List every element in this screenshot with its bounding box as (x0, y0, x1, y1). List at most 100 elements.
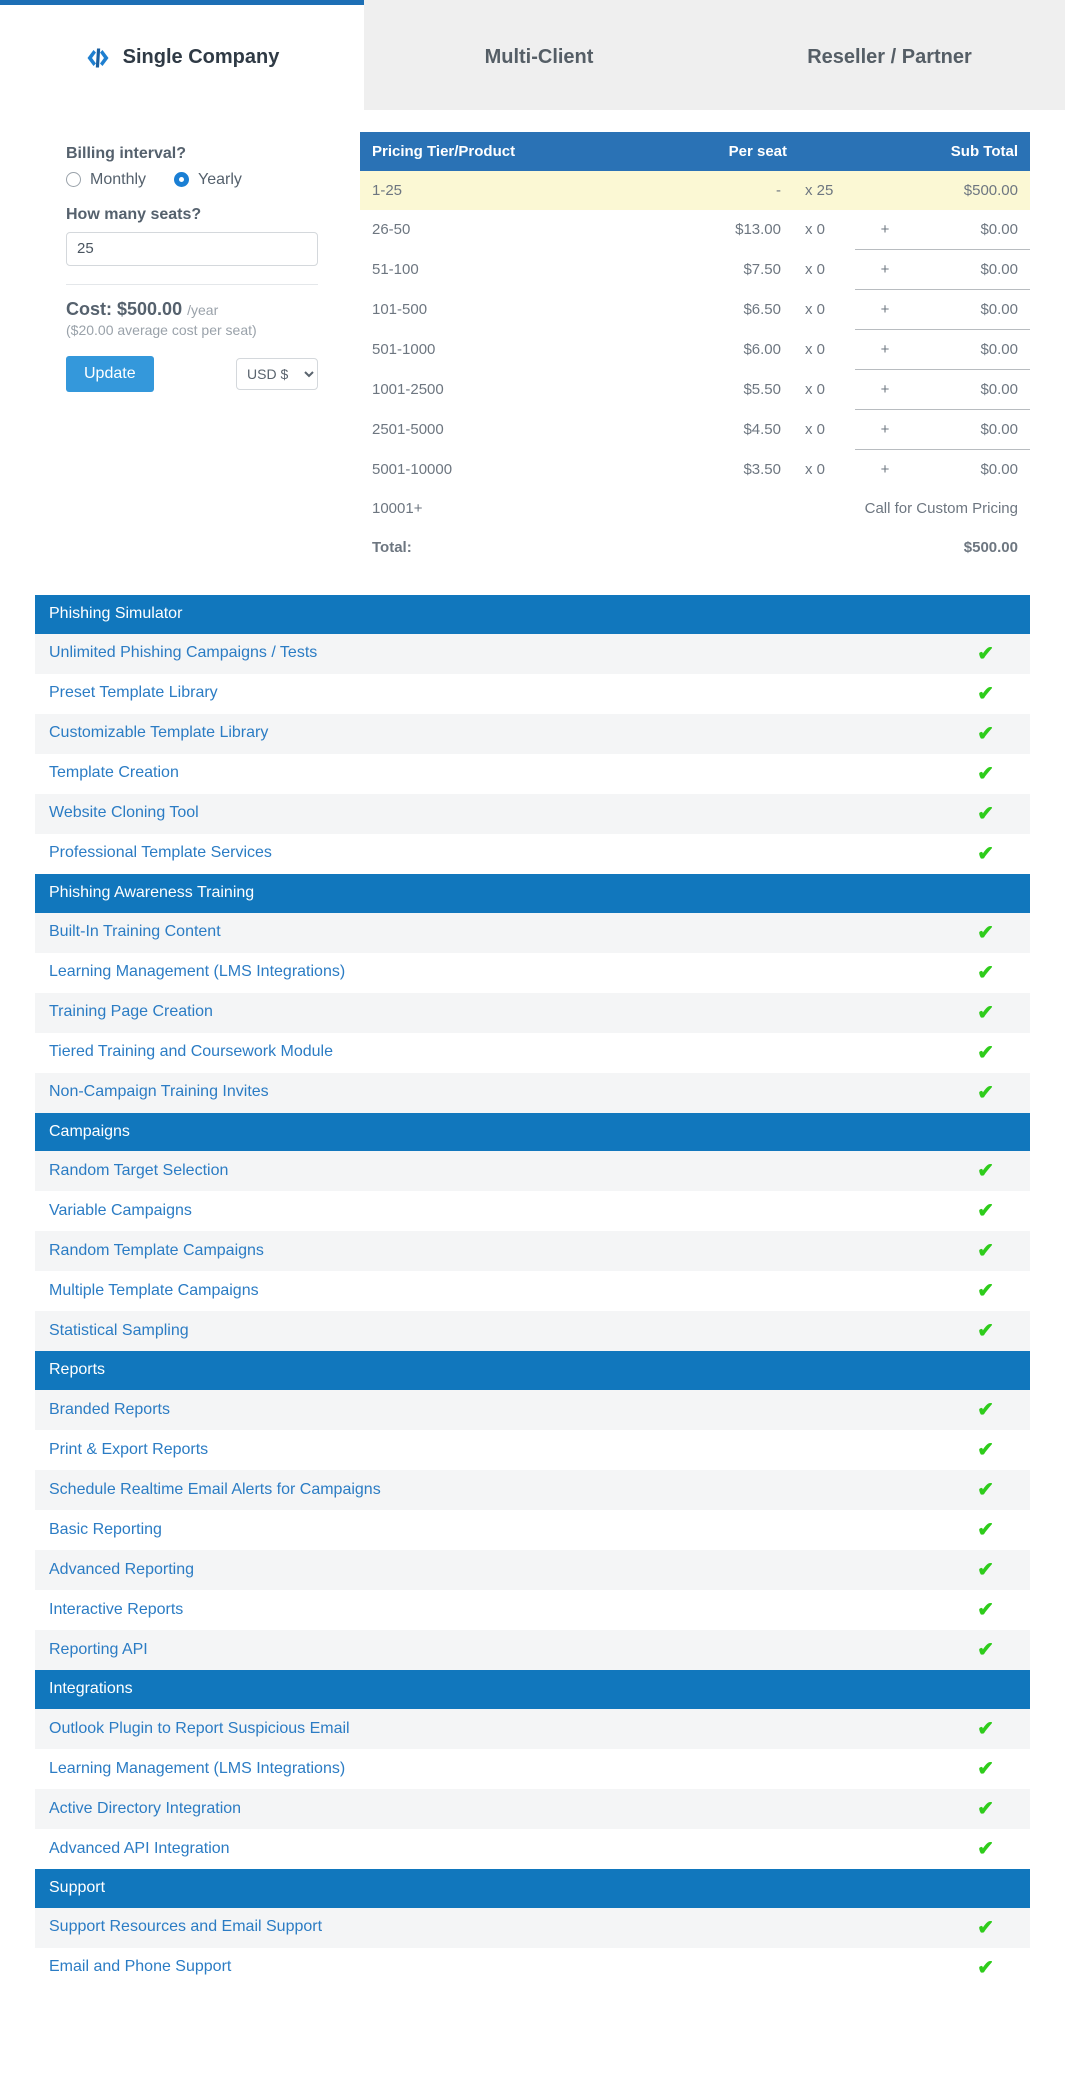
feature-link[interactable]: Training Page Creation (49, 1002, 213, 1023)
feature-link[interactable]: Email and Phone Support (49, 1957, 231, 1978)
table-row: 1-25- x 25 $500.00 (360, 171, 1030, 210)
cell-tier: 26-50 (372, 221, 411, 239)
code-icon (85, 45, 111, 71)
feature-section-header: Phishing Awareness Training (35, 873, 1030, 913)
check-icon: ✔ (977, 1001, 994, 1024)
feature-link[interactable]: Active Directory Integration (49, 1799, 241, 1820)
cell-sub-total: $500.00 (915, 171, 1030, 210)
billing-interval-group: Monthly Yearly (66, 171, 344, 189)
th-per-seat: Per seat (715, 132, 793, 171)
pricing-table-head: Pricing Tier/Product Per seat Sub Total (360, 132, 1030, 171)
cell-plus: + (855, 249, 915, 290)
feature-link[interactable]: Outlook Plugin to Report Suspicious Emai… (49, 1719, 350, 1740)
table-row: 51-100 $7.50 x 0 + $0.00 (360, 249, 1030, 290)
radio-monthly-icon[interactable] (66, 172, 81, 188)
feature-link[interactable]: Multiple Template Campaigns (49, 1281, 259, 1302)
tab-label: Multi-Client (484, 46, 594, 68)
cost-summary: Cost: $500.00 /year (66, 299, 344, 320)
feature-link[interactable]: Basic Reporting (49, 1520, 162, 1541)
check-icon: ✔ (977, 1599, 994, 1622)
feature-link[interactable]: Schedule Realtime Email Alerts for Campa… (49, 1480, 381, 1501)
feature-row: Outlook Plugin to Report Suspicious Emai… (35, 1708, 1030, 1749)
feature-link[interactable]: Template Creation (49, 763, 179, 784)
check-icon: ✔ (977, 921, 994, 944)
pricing-table-body: 1-25- x 25 $500.00 26-50 $13.00 x 0 + $0.00 51-1… (360, 171, 1030, 567)
th-sub-total: Sub Total (915, 132, 1030, 171)
feature-link[interactable]: Branded Reports (49, 1400, 170, 1421)
pricing-page: Single Company Multi-Client Reseller / P… (0, 0, 1065, 2012)
feature-link[interactable]: Learning Management (LMS Integrations) (49, 962, 345, 983)
feature-link[interactable]: Customizable Template Library (49, 723, 268, 744)
feature-row: Random Target Selection ✔ (35, 1151, 1030, 1192)
feature-section-header: Integrations (35, 1670, 1030, 1709)
cell-per-seat: $7.50 (743, 261, 781, 278)
radio-option-monthly[interactable]: Monthly (66, 171, 146, 189)
feature-section-header: Phishing Simulator (35, 595, 1030, 634)
feature-link[interactable]: Random Target Selection (49, 1161, 228, 1182)
seats-input[interactable] (66, 231, 318, 266)
tab-reseller-partner[interactable]: Reseller / Partner (714, 0, 1065, 110)
cell-sub-total: $0.00 (915, 409, 1030, 450)
cell-sub-total: $0.00 (915, 449, 1030, 489)
check-icon: ✔ (977, 1916, 994, 1939)
feature-link[interactable]: Learning Management (LMS Integrations) (49, 1759, 345, 1780)
feature-link[interactable]: Advanced API Integration (49, 1839, 230, 1860)
cell-tier: 501-1000 (372, 341, 436, 358)
feature-row: Website Cloning Tool ✔ (35, 793, 1030, 834)
cell-sub-total: $0.00 (915, 289, 1030, 330)
feature-link[interactable]: Statistical Sampling (49, 1321, 189, 1342)
cell-total-spacer (715, 528, 915, 567)
feature-row: Multiple Template Campaigns ✔ (35, 1271, 1030, 1312)
feature-link[interactable]: Built-In Training Content (49, 922, 221, 943)
radio-option-yearly[interactable]: Yearly (174, 171, 242, 189)
feature-row: Active Directory Integration ✔ (35, 1788, 1030, 1829)
check-icon: ✔ (977, 1280, 994, 1303)
check-icon: ✔ (977, 722, 994, 745)
check-icon: ✔ (977, 1956, 994, 1979)
feature-link[interactable]: Website Cloning Tool (49, 803, 199, 824)
tab-single-company[interactable]: Single Company (0, 0, 364, 110)
check-icon: ✔ (977, 1240, 994, 1263)
cell-plus: + (855, 369, 915, 410)
check-icon: ✔ (977, 1160, 994, 1183)
check-icon: ✔ (977, 1399, 994, 1422)
feature-row: Basic Reporting ✔ (35, 1510, 1030, 1551)
check-icon: ✔ (977, 1757, 994, 1780)
feature-link[interactable]: Preset Template Library (49, 683, 218, 704)
feature-row: Template Creation ✔ (35, 753, 1030, 794)
cell-tier: 5001-10000 (372, 460, 453, 478)
feature-link[interactable]: Professional Template Services (49, 843, 272, 864)
table-row: 2501-5000 $4.50 x 0 + $0.00 (360, 409, 1030, 450)
feature-link[interactable]: Tiered Training and Coursework Module (49, 1042, 333, 1063)
update-button[interactable]: Update (66, 355, 154, 392)
feature-comparison-list: Phishing Simulator Unlimited Phishing Cam… (35, 595, 1030, 2012)
cell-tier: 101-500 (372, 301, 428, 318)
feature-row: Statistical Sampling ✔ (35, 1311, 1030, 1352)
table-header-row: Pricing Tier/Product Per seat Sub Total (360, 132, 1030, 171)
feature-link[interactable]: Interactive Reports (49, 1600, 183, 1621)
feature-link[interactable]: Unlimited Phishing Campaigns / Tests (49, 643, 317, 664)
feature-link[interactable]: Non-Campaign Training Invites (49, 1082, 269, 1103)
form-divider (66, 283, 318, 285)
cell-sub-total: $0.00 (915, 249, 1030, 290)
feature-row: Email and Phone Support ✔ (35, 1947, 1030, 1988)
feature-link[interactable]: Reporting API (49, 1640, 148, 1661)
check-icon: ✔ (977, 842, 994, 865)
currency-select[interactable]: USD $ (236, 357, 318, 390)
feature-row: Interactive Reports ✔ (35, 1590, 1030, 1631)
cost-value: $500.00 (117, 298, 183, 319)
th-quantity (793, 132, 855, 171)
cell-plus: + (855, 449, 915, 489)
radio-yearly-icon[interactable] (174, 172, 190, 188)
tab-multi-client[interactable]: Multi-Client (364, 0, 714, 110)
feature-link[interactable]: Print & Export Reports (49, 1440, 208, 1461)
feature-row: Random Template Campaigns ✔ (35, 1231, 1030, 1272)
feature-row: Customizable Template Library ✔ (35, 713, 1030, 754)
feature-link[interactable]: Advanced Reporting (49, 1560, 194, 1581)
table-row: 5001-10000 $3.50 x 0 + $0.00 (360, 449, 1030, 489)
cell-plus: + (880, 221, 890, 238)
feature-link[interactable]: Support Resources and Email Support (49, 1917, 322, 1938)
feature-row: Advanced API Integration ✔ (35, 1828, 1030, 1869)
feature-link[interactable]: Variable Campaigns (49, 1201, 192, 1222)
feature-link[interactable]: Random Template Campaigns (49, 1241, 264, 1262)
